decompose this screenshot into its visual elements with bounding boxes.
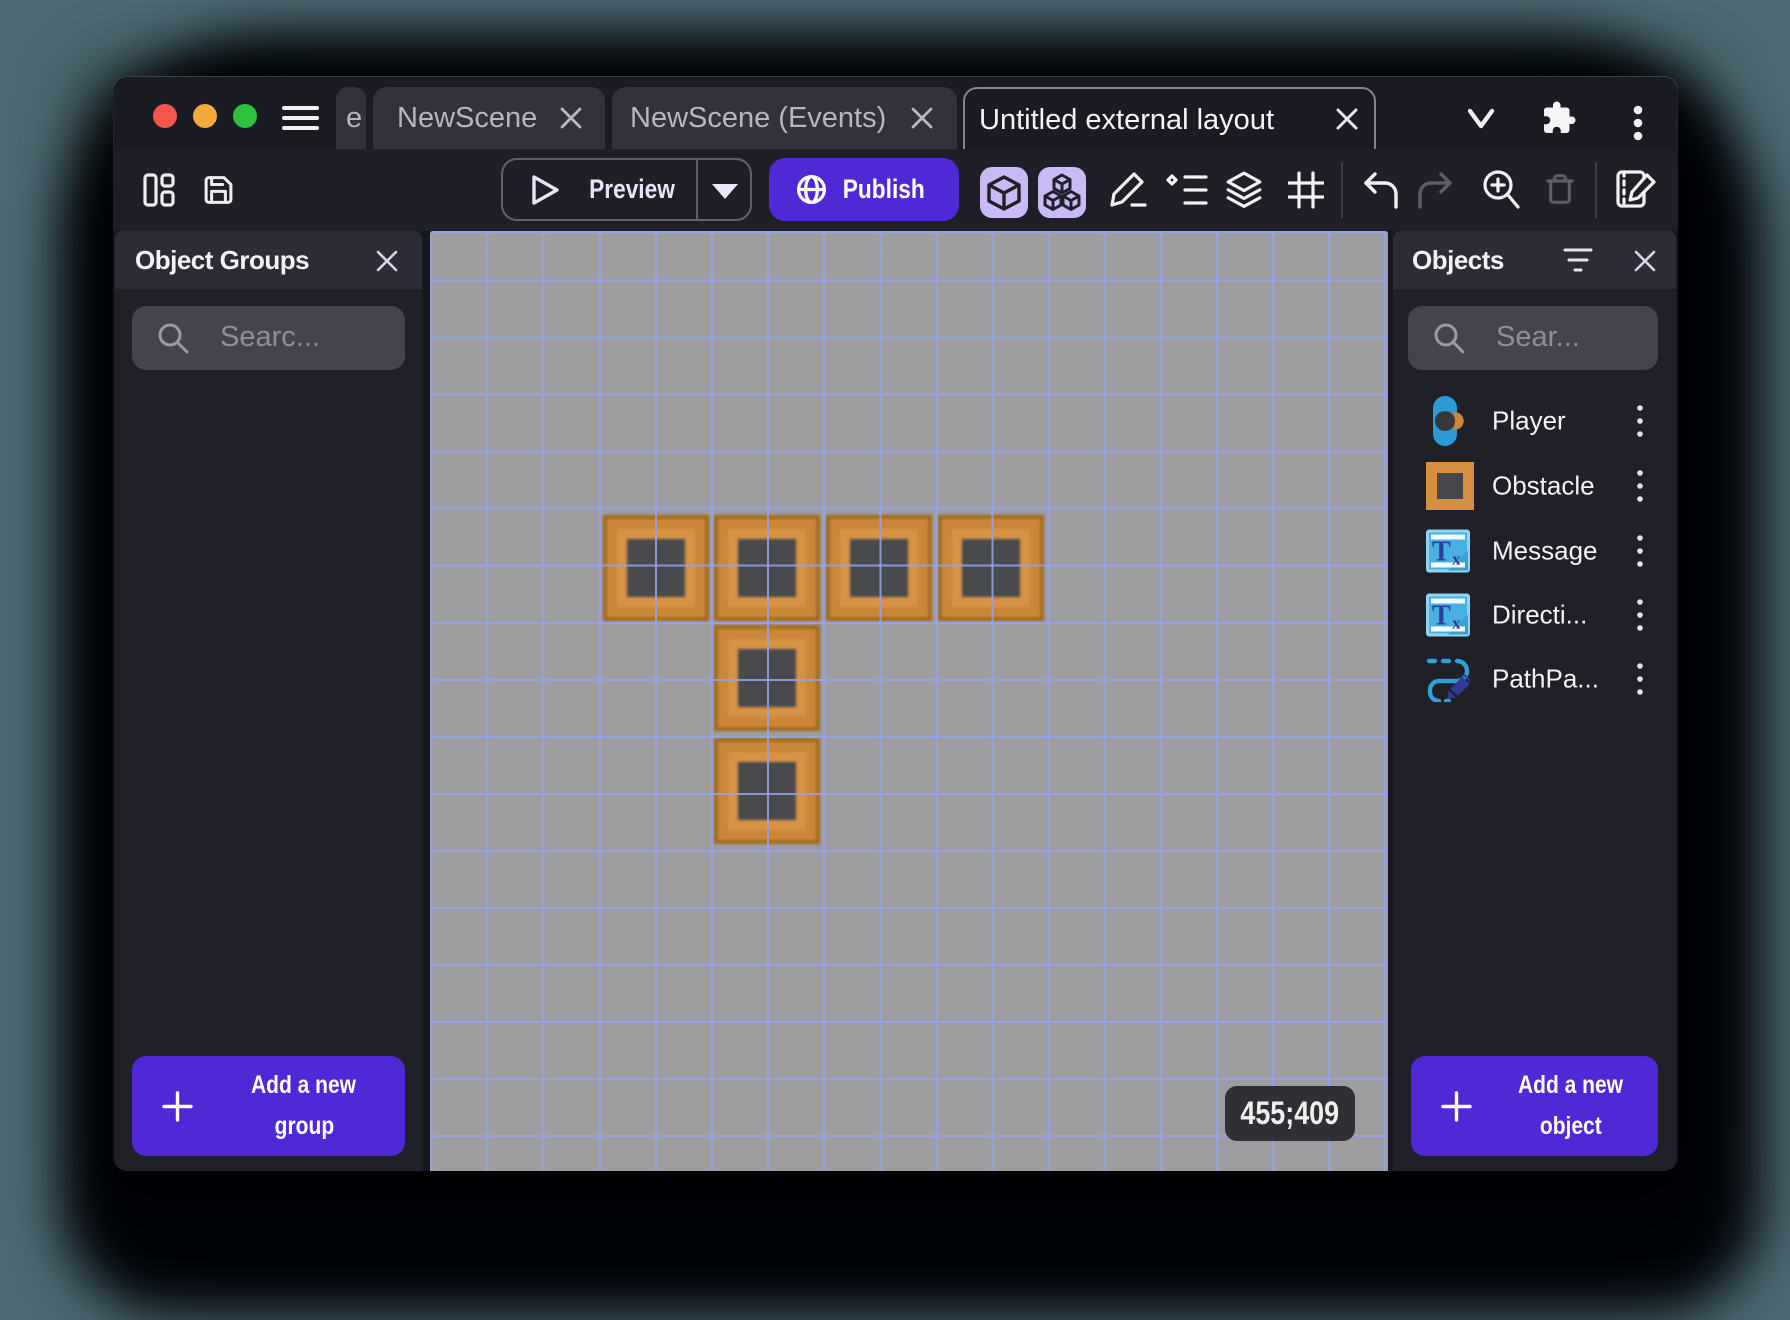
- svg-text:T: T: [1432, 537, 1451, 568]
- svg-text:x: x: [1452, 614, 1461, 633]
- svg-text:x: x: [1452, 550, 1461, 569]
- svg-text:T: T: [1432, 601, 1451, 632]
